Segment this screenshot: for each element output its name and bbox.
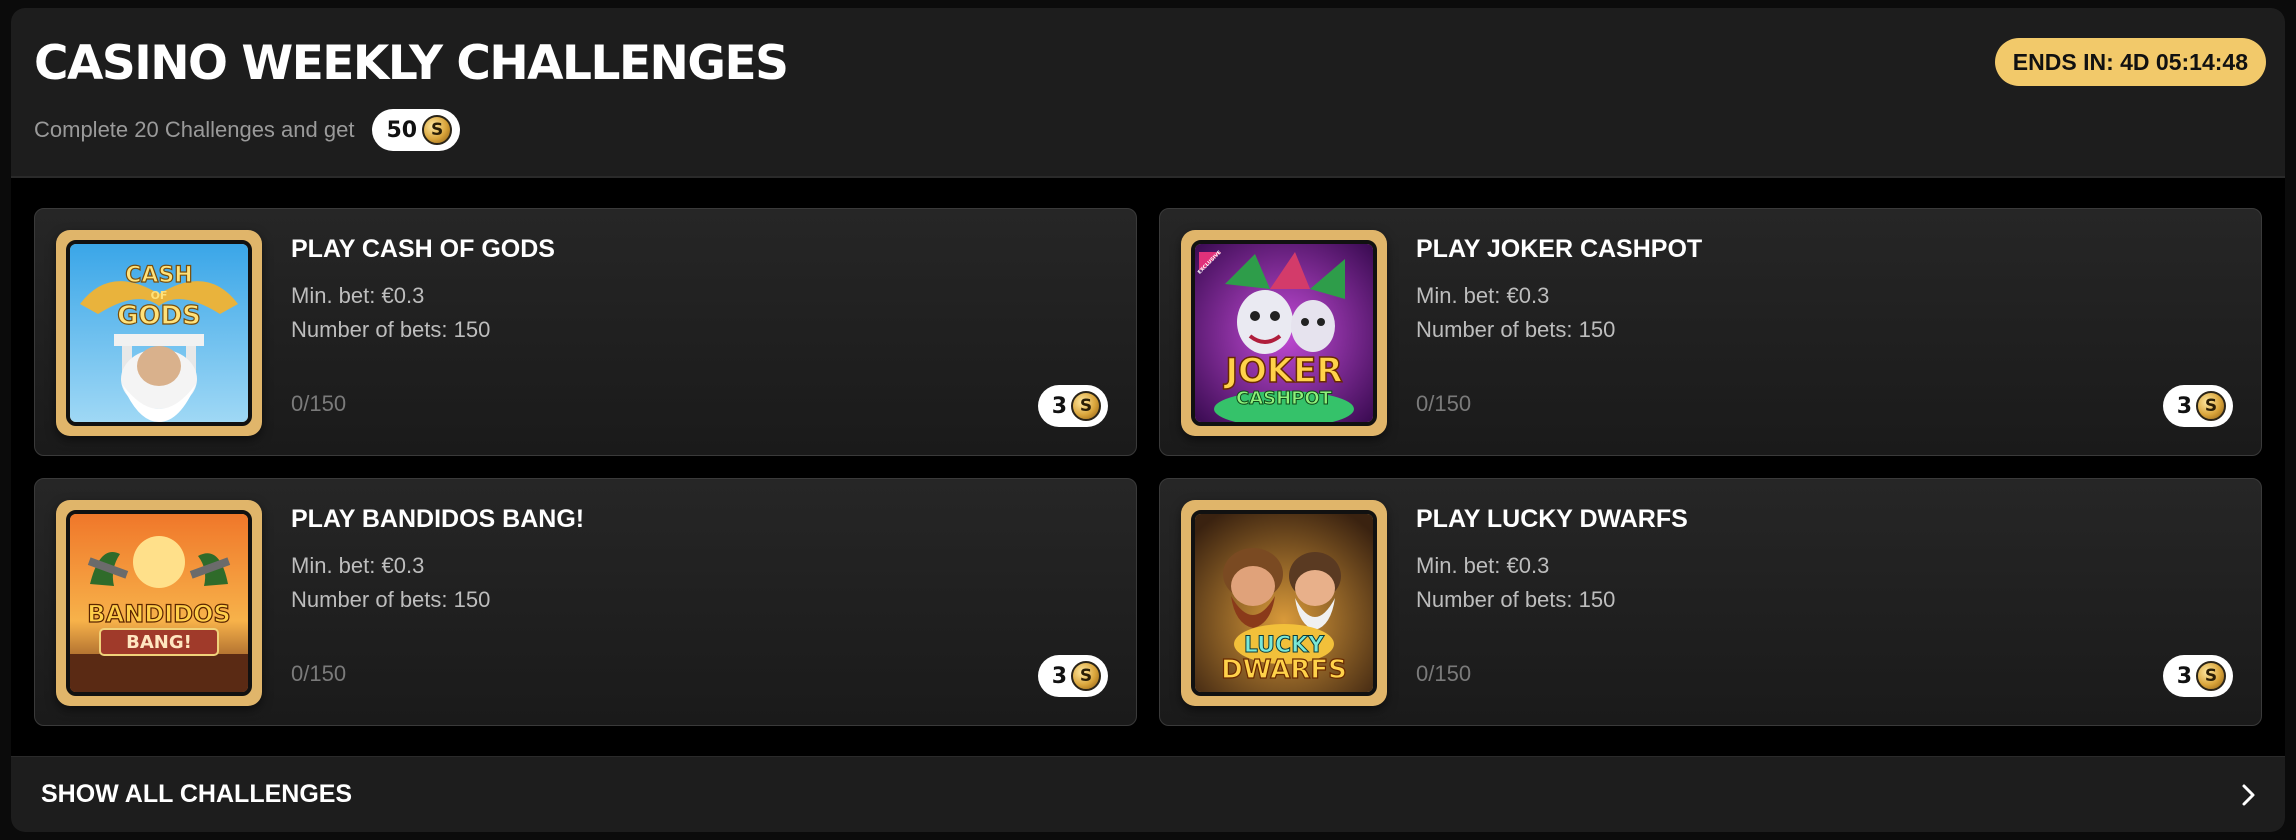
weekly-challenges-panel: CASINO WEEKLY CHALLENGES Complete 20 Cha… xyxy=(11,8,2285,832)
thumb-text-1: JOKER xyxy=(1223,351,1342,391)
game-thumbnail[interactable]: EXCLUSIVE JOKER CASHPOT xyxy=(1181,230,1387,436)
thumb-text-1: CASH xyxy=(125,263,192,288)
challenge-reward-badge: 3 S xyxy=(2162,385,2233,427)
challenge-reward-amount: 3 xyxy=(1051,663,1067,689)
thumb-text-3: GODS xyxy=(117,301,201,331)
coin-symbol: S xyxy=(2204,395,2218,416)
challenge-reward-amount: 3 xyxy=(2176,663,2192,689)
coin-icon: S xyxy=(422,115,453,145)
show-all-challenges-label: SHOW ALL CHALLENGES xyxy=(41,780,353,808)
page-title: CASINO WEEKLY CHALLENGES xyxy=(34,36,789,91)
challenge-min-bet: Min. bet: €0.3 xyxy=(1416,283,1550,308)
countdown-badge: ENDS IN: 4D 05:14:48 xyxy=(1994,38,2266,86)
coin-symbol: S xyxy=(1079,665,1093,686)
challenge-title: PLAY LUCKY DWARFS xyxy=(1416,505,1688,533)
challenge-reward-badge: 3 S xyxy=(2162,655,2233,697)
challenge-min-bet: Min. bet: €0.3 xyxy=(291,283,425,308)
thumb-text-2: DWARFS xyxy=(1221,655,1347,685)
challenge-num-bets: Number of bets: 150 xyxy=(1416,587,1616,612)
challenge-progress: 0/150 xyxy=(1416,391,1472,416)
reward-summary-text: Complete 20 Challenges and get xyxy=(34,117,355,142)
challenge-card[interactable]: LUCKY DWARFS PLAY LUCKY DWARFS Min. bet:… xyxy=(1159,478,2262,726)
challenge-progress: 0/150 xyxy=(291,391,347,416)
challenge-progress: 0/150 xyxy=(291,661,347,686)
challenge-progress: 0/150 xyxy=(1416,661,1472,686)
challenge-reward-badge: 3 S xyxy=(1037,655,1108,697)
coin-icon: S xyxy=(2196,661,2226,691)
lucky-dwarfs-image: LUCKY DWARFS xyxy=(1195,514,1373,692)
challenge-min-bet: Min. bet: €0.3 xyxy=(1416,553,1550,578)
game-thumbnail[interactable]: CASH OF GODS xyxy=(56,230,262,436)
challenge-reward-amount: 3 xyxy=(2176,393,2192,419)
header: CASINO WEEKLY CHALLENGES Complete 20 Cha… xyxy=(11,8,2285,178)
coin-icon: S xyxy=(2196,391,2226,421)
lucky-dwarfs-art: LUCKY DWARFS xyxy=(1191,510,1377,696)
chevron-right-icon xyxy=(2241,783,2257,807)
joker-cashpot-art: EXCLUSIVE JOKER CASHPOT xyxy=(1191,240,1377,426)
challenge-num-bets: Number of bets: 150 xyxy=(291,317,491,342)
show-all-challenges-button[interactable]: SHOW ALL CHALLENGES xyxy=(11,756,2285,832)
challenge-title: PLAY CASH OF GODS xyxy=(291,235,555,263)
total-reward-badge: 50 S xyxy=(372,109,461,151)
coin-icon: S xyxy=(1071,391,1101,421)
thumb-text-1: BANDIDOS xyxy=(87,600,230,628)
bandidos-bang-image: BANDIDOS BANG! xyxy=(70,514,248,692)
challenge-card[interactable]: CASH OF GODS PLAY CASH OF GODS Min. bet:… xyxy=(34,208,1137,456)
challenge-title: PLAY JOKER CASHPOT xyxy=(1416,235,1703,263)
challenge-reward-amount: 3 xyxy=(1051,393,1067,419)
challenge-num-bets: Number of bets: 150 xyxy=(1416,317,1616,342)
game-thumbnail[interactable]: LUCKY DWARFS xyxy=(1181,500,1387,706)
coin-symbol: S xyxy=(2204,665,2218,686)
coin-symbol: S xyxy=(430,119,444,140)
challenge-min-bet: Min. bet: €0.3 xyxy=(291,553,425,578)
total-reward-amount: 50 xyxy=(386,117,418,143)
challenge-num-bets: Number of bets: 150 xyxy=(291,587,491,612)
game-thumbnail[interactable]: BANDIDOS BANG! xyxy=(56,500,262,706)
challenge-grid: CASH OF GODS PLAY CASH OF GODS Min. bet:… xyxy=(34,208,2262,728)
cash-of-gods-image: CASH OF GODS xyxy=(70,244,248,422)
challenge-reward-badge: 3 S xyxy=(1037,385,1108,427)
cash-of-gods-art: CASH OF GODS xyxy=(66,240,252,426)
bandidos-bang-art: BANDIDOS BANG! xyxy=(66,510,252,696)
coin-icon: S xyxy=(1071,661,1101,691)
challenge-card[interactable]: BANDIDOS BANG! PLAY BANDIDOS BANG! Min. … xyxy=(34,478,1137,726)
joker-cashpot-image: EXCLUSIVE JOKER CASHPOT xyxy=(1195,244,1373,422)
challenge-card[interactable]: EXCLUSIVE JOKER CASHPOT PLAY JOKER CASHP… xyxy=(1159,208,2262,456)
reward-summary: Complete 20 Challenges and get 50 S xyxy=(34,108,461,152)
coin-symbol: S xyxy=(1079,395,1093,416)
thumb-text-2: BANG! xyxy=(126,632,192,653)
thumb-text-2: CASHPOT xyxy=(1236,388,1333,409)
challenge-title: PLAY BANDIDOS BANG! xyxy=(291,505,585,533)
